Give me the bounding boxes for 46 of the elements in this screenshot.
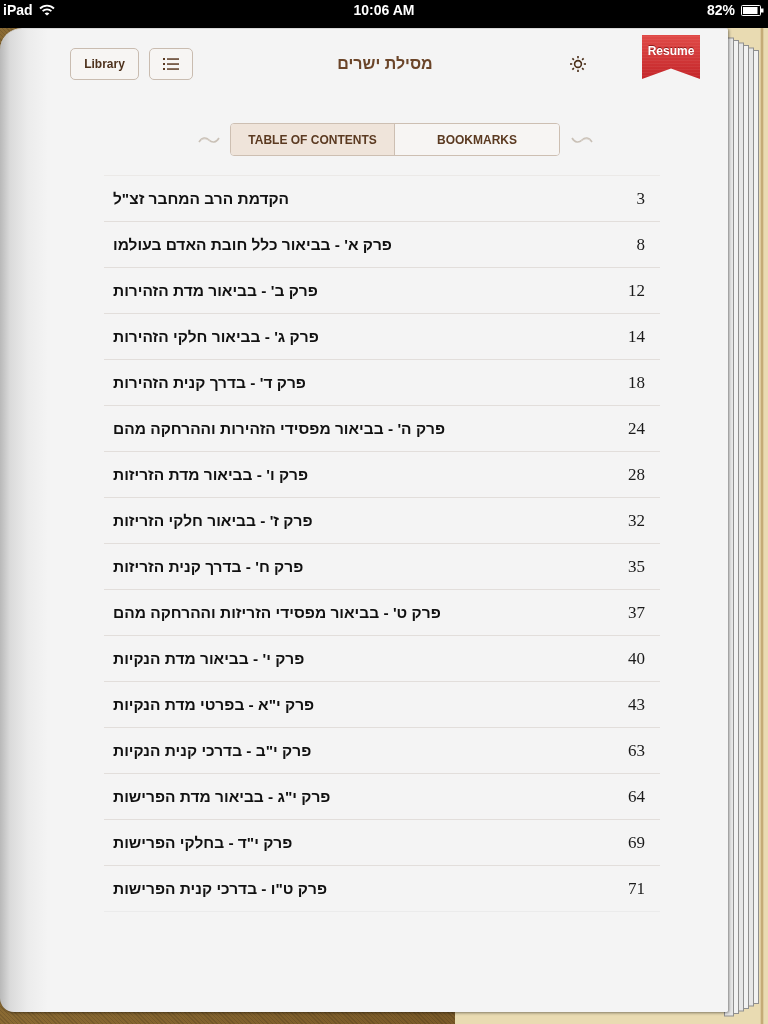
chapter-title: פרק ג' - בביאור חלקי הזהירות (113, 327, 319, 346)
chapter-title: הקדמת הרב המחבר זצ"ל (113, 189, 290, 208)
wifi-icon (38, 4, 55, 16)
resume-ribbon[interactable]: Resume (642, 35, 700, 79)
page-number: 3 (636, 188, 645, 209)
chapter-title: פרק י"ב - בדרכי קנית הנקיות (113, 741, 312, 760)
page-number: 24 (628, 418, 645, 439)
brightness-icon[interactable] (569, 55, 587, 73)
page-number: 35 (628, 556, 645, 577)
chapter-title: פרק ט' - בביאור מפסידי הזריזות וההרחקה מהם (113, 603, 441, 622)
battery-icon (741, 4, 764, 16)
contents-list-button[interactable] (149, 48, 193, 80)
chapter-title: פרק ז' - בביאור חלקי הזריזות (113, 511, 313, 530)
chapter-title: פרק י"ד - בחלקי הפרישות (113, 833, 293, 852)
page-number: 69 (628, 832, 645, 853)
page-number: 12 (628, 280, 645, 301)
chapter-title: פרק ה' - בביאור מפסידי הזהירות וההרחקה מהם (113, 419, 446, 438)
page-number: 40 (628, 648, 645, 669)
clock-time: 10:06 AM (353, 2, 415, 18)
page-number: 71 (628, 878, 645, 899)
chapter-title: פרק ו' - בביאור מדת הזריזות (113, 465, 309, 484)
chapter-title: פרק ב' - בביאור מדת הזהירות (113, 281, 318, 300)
library-button[interactable]: Library (70, 48, 139, 80)
chapter-title: פרק ח' - בדרך קנית הזריזות (113, 557, 304, 576)
page-number: 18 (628, 372, 645, 393)
flourish-icon (571, 135, 593, 144)
battery-percent: 82% (706, 2, 735, 18)
page-number: 8 (636, 234, 645, 255)
chapter-title: פרק י' - בביאור מדת הנקיות (113, 649, 305, 668)
device-name: iPad (3, 2, 33, 18)
chapter-title: פרק ט"ו - בדרכי קנית הפרישות (113, 879, 327, 898)
flourish-icon (198, 135, 220, 144)
page-number: 64 (628, 786, 645, 807)
chapter-title: פרק י"ג - בביאור מדת הפרישות (113, 787, 331, 806)
page-number: 28 (628, 464, 645, 485)
chapter-title: פרק א' - בביאור כלל חובת האדם בעולמו (113, 235, 392, 254)
page-number: 63 (628, 740, 645, 761)
page-number: 37 (628, 602, 645, 623)
page-number: 32 (628, 510, 645, 531)
page-number: 43 (628, 694, 645, 715)
list-icon (163, 58, 179, 70)
page-number: 14 (628, 326, 645, 347)
chapter-title: פרק י"א - בפרטי מדת הנקיות (113, 695, 315, 714)
chapter-title: פרק ד' - בדרך קנית הזהירות (113, 373, 306, 392)
book-title: מסילת ישרים (337, 55, 433, 73)
segment-tab[interactable]: TABLE OF CONTENTS (231, 124, 395, 155)
